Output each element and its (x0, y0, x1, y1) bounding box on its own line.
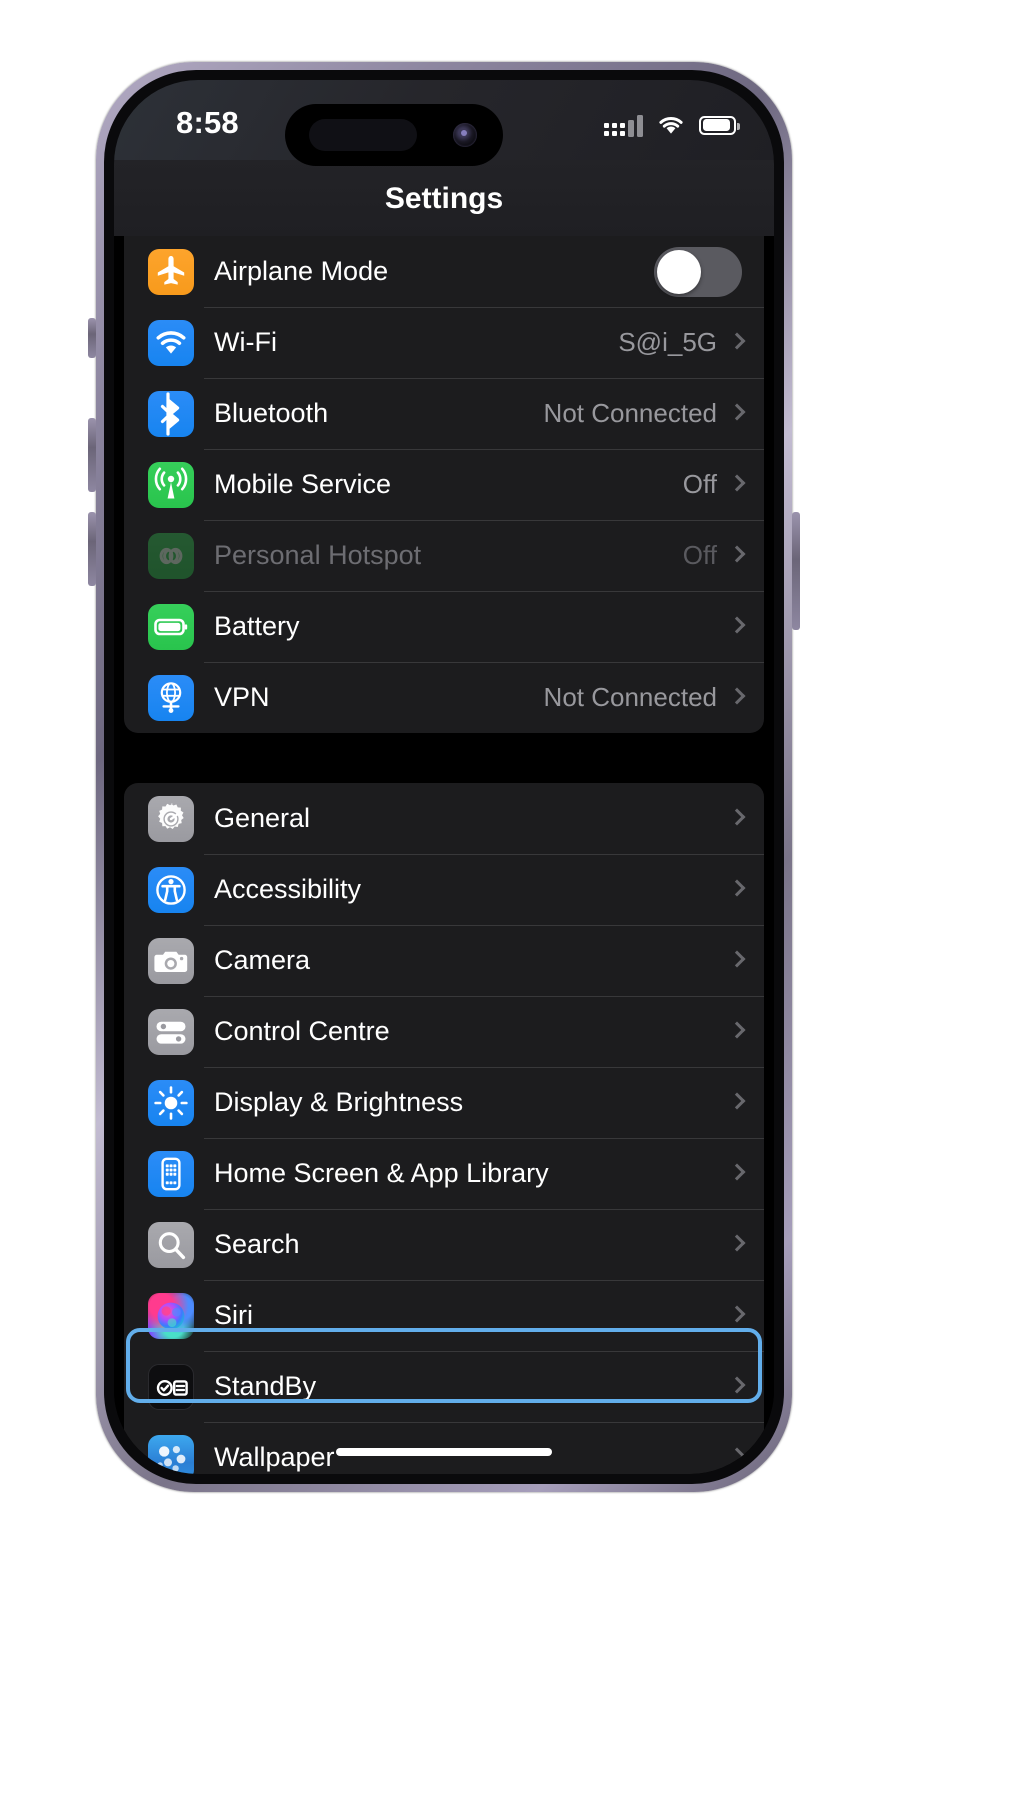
chevron-right-icon (731, 809, 742, 828)
screenshot-canvas: 8:58 Settings Airplane Mode Wi-Fi S@i_5G… (0, 0, 1024, 1820)
settings-row-value: S@i_5G (618, 327, 717, 357)
settings-row-label: Battery (214, 611, 300, 641)
settings-row-search[interactable]: Search (124, 1209, 764, 1280)
search-icon (148, 1221, 194, 1268)
chevron-right-icon (731, 333, 742, 352)
wallpaper-icon (148, 1434, 194, 1474)
settings-row-label: Wallpaper (214, 1442, 335, 1472)
settings-row-general[interactable]: General (124, 783, 764, 854)
chevron-right-icon (731, 1306, 742, 1325)
settings-row-label: Display & Brightness (214, 1087, 464, 1117)
chevron-right-icon (731, 475, 742, 494)
settings-row-camera[interactable]: Camera (124, 925, 764, 996)
settings-row-personal-hotspot: Personal Hotspot Off (124, 520, 764, 591)
status-bar-indicators (604, 110, 740, 140)
settings-row-label: Control Centre (214, 1016, 390, 1046)
settings-row-value: Off (682, 540, 717, 570)
wifi-icon (656, 114, 686, 136)
chevron-right-icon (731, 1235, 742, 1254)
settings-row-value: Not Connected (543, 398, 717, 428)
chevron-right-icon (731, 1377, 742, 1396)
silent-switch-button[interactable] (88, 318, 96, 358)
settings-row-label: Siri (214, 1300, 253, 1330)
settings-row-battery[interactable]: Battery (124, 591, 764, 662)
toggle-knob (657, 249, 701, 294)
face-id-sensor (309, 119, 417, 151)
settings-group-connectivity: Airplane Mode Wi-Fi S@i_5G Bluetooth Not Con… (124, 236, 764, 733)
settings-row-label: Search (214, 1229, 300, 1259)
settings-row-label: Airplane Mode (214, 256, 389, 286)
side-power-button[interactable] (792, 512, 800, 630)
battery-icon (148, 603, 194, 650)
volume-down-button[interactable] (88, 512, 96, 586)
settings-row-wi-fi[interactable]: Wi-Fi S@i_5G (124, 307, 764, 378)
settings-row-mobile-service[interactable]: Mobile Service Off (124, 449, 764, 520)
chevron-right-icon (731, 404, 742, 423)
phone-screen: 8:58 Settings Airplane Mode Wi-Fi S@i_5G… (114, 80, 774, 1474)
page-title: Settings (384, 182, 504, 215)
sliders-icon (148, 1008, 194, 1055)
settings-row-value: Off (682, 469, 717, 499)
chevron-right-icon (731, 546, 742, 565)
airplane-mode-toggle[interactable] (654, 246, 742, 297)
settings-row-label: VPN (214, 682, 270, 712)
home-screen-icon (148, 1150, 194, 1197)
hotspot-link-icon (148, 532, 194, 579)
chevron-right-icon (731, 1448, 742, 1467)
cellular-antenna-icon (148, 461, 194, 508)
chevron-right-icon (731, 1022, 742, 1041)
chevron-right-icon (731, 1093, 742, 1112)
chevron-right-icon (731, 688, 742, 707)
settings-row-label: Camera (214, 945, 311, 975)
accessibility-icon (148, 866, 194, 913)
settings-row-label: Bluetooth (214, 398, 329, 428)
settings-row-label: Home Screen & App Library (214, 1158, 549, 1188)
bluetooth-icon (148, 390, 194, 437)
settings-row-label: Wi-Fi (214, 327, 277, 357)
camera-icon (148, 937, 194, 984)
chevron-right-icon (731, 951, 742, 970)
settings-row-home-screen-app-library[interactable]: Home Screen & App Library (124, 1138, 764, 1209)
settings-row-value: Not Connected (543, 682, 717, 712)
settings-scroll-view[interactable]: Airplane Mode Wi-Fi S@i_5G Bluetooth Not Con… (114, 236, 774, 1474)
settings-row-siri[interactable]: Siri (124, 1280, 764, 1351)
wifi-icon (148, 319, 194, 366)
status-bar-clock: 8:58 (176, 105, 239, 140)
volume-up-button[interactable] (88, 418, 96, 492)
settings-row-accessibility[interactable]: Accessibility (124, 854, 764, 925)
dynamic-island (285, 104, 503, 166)
vpn-globe-icon (148, 674, 194, 721)
chevron-right-icon (731, 1164, 742, 1183)
brightness-sun-icon (148, 1079, 194, 1126)
settings-row-label: Personal Hotspot (214, 540, 422, 570)
chevron-right-icon (731, 880, 742, 899)
battery-icon (699, 115, 740, 135)
chevron-right-icon (731, 617, 742, 636)
airplane-icon (148, 248, 194, 295)
settings-row-display-brightness[interactable]: Display & Brightness (124, 1067, 764, 1138)
gear-icon (148, 795, 194, 842)
settings-row-label: Mobile Service (214, 469, 392, 499)
siri-orb-icon (148, 1292, 194, 1339)
settings-group-system: General Accessibility Camera Control Centre… (124, 783, 764, 1474)
settings-row-label: StandBy (214, 1371, 317, 1401)
settings-row-label: Accessibility (214, 874, 362, 904)
standby-icon (148, 1363, 194, 1410)
settings-row-label: General (214, 803, 311, 833)
home-indicator[interactable] (336, 1448, 552, 1456)
settings-row-vpn[interactable]: VPN Not Connected (124, 662, 764, 733)
settings-row-standby[interactable]: StandBy (124, 1351, 764, 1422)
settings-row-airplane-mode[interactable]: Airplane Mode (124, 236, 764, 307)
cellular-bars-icon (604, 113, 643, 137)
settings-row-bluetooth[interactable]: Bluetooth Not Connected (124, 378, 764, 449)
settings-row-control-centre[interactable]: Control Centre (124, 996, 764, 1067)
front-camera-icon (453, 123, 477, 147)
navigation-bar: Settings (114, 160, 774, 236)
